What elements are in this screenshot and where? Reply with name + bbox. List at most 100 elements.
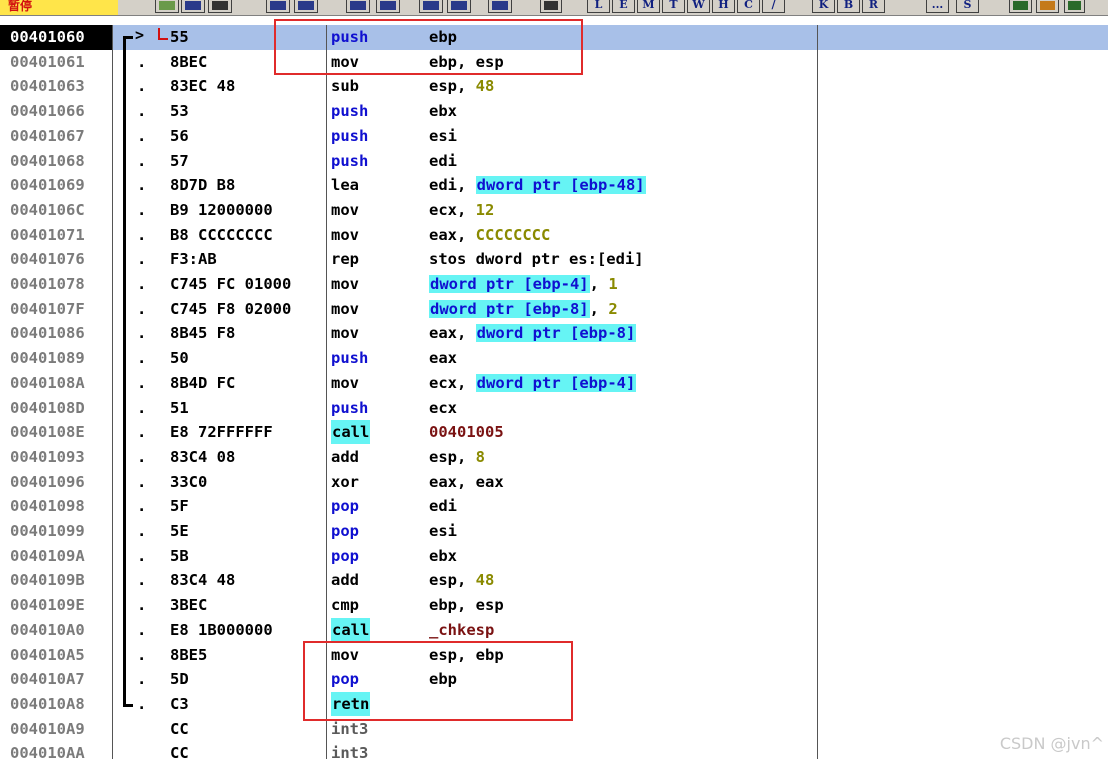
instruction-row[interactable]: 00401068. 57 push edi (0, 149, 1108, 174)
watermark: CSDN @jvn^ (999, 734, 1104, 753)
trace-over-icon[interactable] (447, 0, 471, 13)
instruction-row[interactable]: 0040106C. B9 12000000 mov ecx, 12 (0, 198, 1108, 223)
instruction-row[interactable]: 0040108A. 8B4D FC mov ecx, dword ptr [ebp-4… (0, 371, 1108, 396)
jump-dot: . (137, 275, 147, 293)
address-cell: 004010A8 (10, 694, 85, 713)
operand-token: 00401005 (429, 423, 504, 442)
address-cell: 004010A7 (10, 670, 85, 689)
window-cpu-button[interactable]: C (737, 0, 760, 13)
current-instruction-arrow-icon: > (135, 26, 145, 44)
window-memory-button[interactable]: M (637, 0, 660, 13)
window-breakpoints-button[interactable]: B (837, 0, 860, 13)
instruction-row[interactable]: 00401069. 8D7D B8 lea edi, dword ptr [ebp-4… (0, 173, 1108, 198)
hex-dump-cell: F3:AB (170, 250, 217, 269)
window-windows-button[interactable]: W (687, 0, 710, 13)
jump-dot: . (137, 596, 147, 615)
instruction-row[interactable]: 00401089. 50 push eax (0, 346, 1108, 371)
operand-token: esi (429, 522, 457, 540)
mnemonic-cell: sub (331, 77, 359, 96)
operand-token: eax, (429, 225, 476, 244)
window-patches-button[interactable]: / (762, 0, 785, 13)
jump-dot: . (137, 472, 147, 491)
list-icon[interactable] (1009, 0, 1032, 13)
instruction-row[interactable]: 00401066. 53 push ebx (0, 99, 1108, 124)
instruction-row[interactable]: 00401086. 8B45 F8 mov eax, dword ptr [ebp-8… (0, 321, 1108, 346)
operand-token: dword ptr [ebp-48] (475, 176, 646, 195)
jump-dot: . (137, 176, 147, 195)
highlight-box-epilogue (303, 641, 573, 721)
hex-dump-cell: 53 (170, 102, 189, 121)
instruction-row[interactable]: 0040108D. 51 push ecx (0, 396, 1108, 421)
execute-till-return-icon[interactable] (488, 0, 512, 13)
instruction-row[interactable]: 0040109A. 5B pop ebx (0, 544, 1108, 569)
rewind-icon[interactable] (181, 0, 205, 13)
hex-dump-cell: E8 72FFFFFF (170, 423, 273, 442)
instruction-row[interactable]: 0040109E. 3BEC cmp ebp, esp (0, 593, 1108, 618)
mnemonic-cell: call (331, 420, 371, 445)
address-cell: 00401061 (10, 52, 85, 71)
instruction-row[interactable]: 00401067. 56 push esi (0, 124, 1108, 149)
operand-token: dword ptr [ebp-4] (475, 373, 637, 392)
mnemonic-cell: mov (331, 373, 359, 392)
window-references-button[interactable]: R (862, 0, 885, 13)
trace-into-icon[interactable] (419, 0, 443, 13)
options-icon[interactable] (1036, 0, 1059, 13)
step-into-icon[interactable] (346, 0, 370, 13)
operand-token: esp, (429, 77, 476, 96)
window-callstack-button[interactable]: K (812, 0, 835, 13)
mnemonic-cell: push (331, 151, 369, 170)
address-cell: 0040108A (10, 373, 85, 392)
hex-dump-cell: 5F (170, 497, 189, 516)
jump-dot: . (137, 497, 147, 516)
window-log-button[interactable]: L (587, 0, 610, 13)
mnemonic-cell: push (331, 398, 369, 417)
go-to-icon[interactable] (540, 0, 562, 13)
instruction-row[interactable]: 0040108E. E8 72FFFFFF call 00401005 (0, 420, 1108, 445)
instruction-row[interactable]: 00401099. 5E pop esi (0, 519, 1108, 544)
open-icon[interactable] (155, 0, 179, 13)
instruction-row[interactable]: 00401063. 83EC 48 sub esp, 48 (0, 74, 1108, 99)
window-threads-button[interactable]: T (662, 0, 685, 13)
comment-column-divider (817, 25, 818, 759)
address-cell: 0040109A (10, 546, 85, 565)
operands-cell: eax, dword ptr [ebp-8] (429, 321, 637, 345)
instruction-row[interactable]: 00401071. B8 CCCCCCCC mov eax, CCCCCCCC (0, 223, 1108, 248)
window-executables-button[interactable]: E (612, 0, 635, 13)
instruction-row[interactable]: 00401096. 33C0 xor eax, eax (0, 470, 1108, 495)
close-icon[interactable] (208, 0, 232, 13)
window-source-button[interactable]: S (956, 0, 979, 13)
window-more-button[interactable]: ... (926, 0, 949, 13)
operands-cell: esp, 48 (429, 568, 494, 592)
function-bracket (123, 38, 126, 706)
address-cell: 00401093 (10, 447, 85, 466)
window-handles-button[interactable]: H (712, 0, 735, 13)
function-bracket-bottom (123, 704, 133, 707)
mnemonic-cell: add (331, 447, 359, 466)
help-icon[interactable] (1064, 0, 1085, 13)
hex-dump-cell: 8B4D FC (170, 373, 236, 392)
instruction-row[interactable]: 00401093. 83C4 08 add esp, 8 (0, 445, 1108, 470)
instruction-row[interactable]: 00401076. F3:AB rep stos dword ptr es:[edi] (0, 247, 1108, 272)
mnemonic-cell: mov (331, 299, 359, 318)
instruction-row[interactable]: 00401098. 5F pop edi (0, 494, 1108, 519)
instruction-row[interactable]: 004010AA CC int3 (0, 741, 1108, 766)
instruction-row[interactable]: 0040109B. 83C4 48 add esp, 48 (0, 568, 1108, 593)
hex-dump-cell: B8 CCCCCCCC (170, 225, 273, 244)
operands-cell: ecx, dword ptr [ebp-4] (429, 371, 637, 395)
instruction-row[interactable]: 00401078. C745 FC 01000 mov dword ptr [ebp-… (0, 272, 1108, 297)
operands-cell: eax, CCCCCCCC (429, 223, 550, 247)
operand-token: 8 (475, 447, 486, 466)
jump-dot: . (137, 151, 147, 170)
instruction-row[interactable]: 004010A0. E8 1B000000 call _chkesp (0, 617, 1108, 643)
hex-dump-cell: 56 (170, 126, 189, 145)
jump-dot: . (137, 349, 147, 368)
operand-token: 48 (475, 571, 495, 590)
run-icon[interactable] (266, 0, 290, 13)
step-over-icon[interactable] (376, 0, 400, 13)
instruction-row[interactable]: 0040107F. C745 F8 02000 mov dword ptr [ebp-… (0, 297, 1108, 322)
pause-icon[interactable] (294, 0, 318, 13)
mnemonic-cell: push (331, 126, 369, 145)
address-cell: 0040106C (10, 200, 85, 219)
operands-cell: eax (429, 346, 457, 370)
address-cell: 004010A9 (10, 719, 85, 738)
